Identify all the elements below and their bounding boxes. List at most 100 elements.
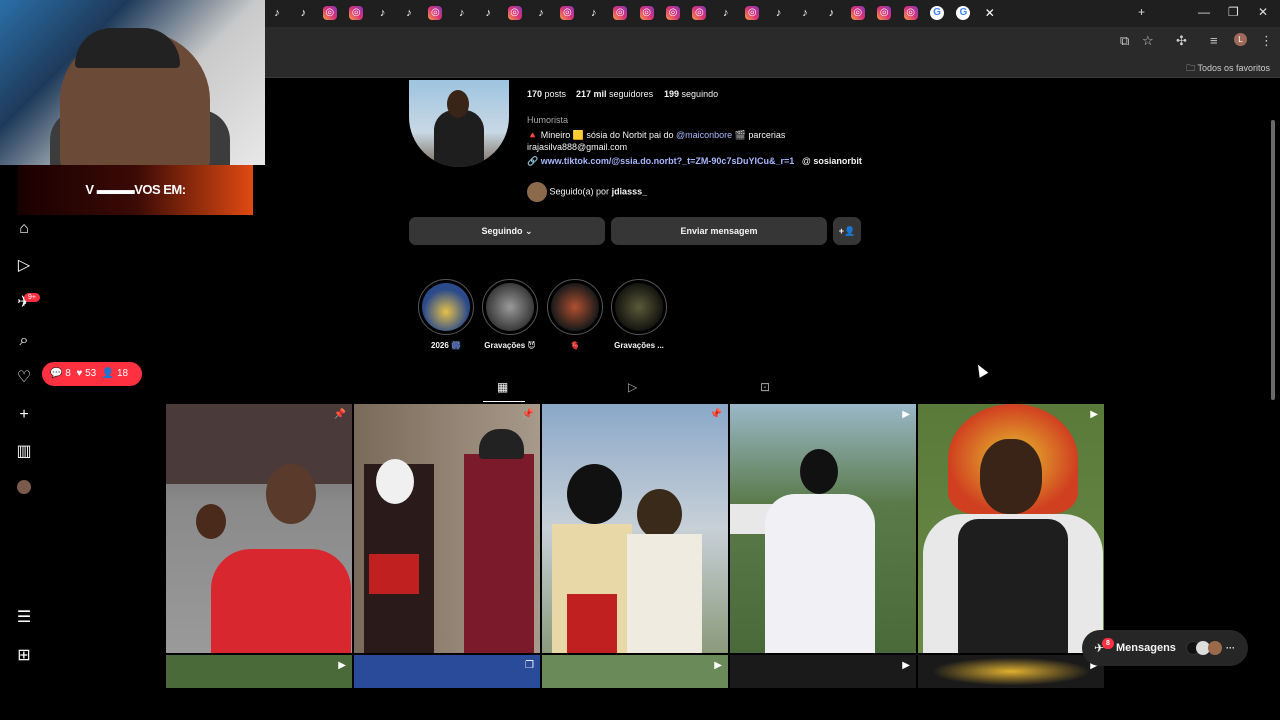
dashboard-icon[interactable]: ▥: [14, 442, 34, 462]
browser-menu-icon[interactable]: ⋮: [1260, 33, 1273, 49]
browser-tab-13[interactable]: ♪: [587, 6, 601, 20]
browser-tab-7[interactable]: ◎: [428, 6, 443, 20]
more-icon: ···: [1226, 643, 1235, 653]
close-window-icon[interactable]: ✕: [1258, 5, 1268, 19]
post-9[interactable]: ▶: [730, 655, 916, 688]
stream-banner: V ▬▬▬VOS EM:: [18, 165, 253, 215]
browser-tab-26[interactable]: G: [930, 6, 944, 20]
profile-external-link[interactable]: www.tiktok.com/@ssia.do.norbt?_t=ZM-90c7…: [541, 156, 795, 166]
browser-tab-5[interactable]: ♪: [376, 6, 390, 20]
browser-tab-20[interactable]: ♪: [772, 6, 786, 20]
browser-tab-23[interactable]: ◎: [850, 6, 865, 20]
reel-icon: ▶: [902, 409, 910, 420]
bio-line-1: 🔺 Mineiro 🟨 sósia do Norbit pai do @maic…: [527, 130, 786, 140]
browser-tab-6[interactable]: ♪: [402, 6, 416, 20]
post-2[interactable]: 📌: [354, 404, 540, 653]
add-person-icon[interactable]: +👤: [833, 217, 861, 245]
profile-avatar[interactable]: [409, 80, 509, 167]
highlight-3[interactable]: [547, 279, 603, 335]
page-scrollbar[interactable]: [1271, 120, 1275, 400]
browser-tab-11[interactable]: ♪: [534, 6, 548, 20]
avatar-suit: [434, 110, 484, 167]
bookmark-star-icon[interactable]: ☆: [1142, 33, 1154, 49]
followed-by-row[interactable]: Seguido(a) por jdiasss_: [527, 182, 647, 202]
browser-tab-19[interactable]: ◎: [745, 6, 760, 20]
post-5[interactable]: ▶: [918, 404, 1104, 653]
threads-icon: @: [801, 156, 811, 166]
post-8[interactable]: ▶: [542, 655, 728, 688]
highlight-4-label: Gravações ...: [614, 341, 664, 350]
profile-avatar-icon[interactable]: L: [1234, 33, 1247, 46]
post-4[interactable]: ▶: [730, 404, 916, 653]
following-button[interactable]: Seguindo ⌄: [409, 217, 605, 245]
create-plus-icon[interactable]: +: [14, 405, 34, 425]
minimize-icon[interactable]: —: [1198, 5, 1210, 19]
follower-avatar: [527, 182, 547, 202]
browser-tab-16[interactable]: ◎: [666, 6, 680, 20]
post-3[interactable]: 📌: [542, 404, 728, 653]
browser-tab-25[interactable]: ◎: [903, 6, 918, 20]
tagged-tab-icon[interactable]: ⊡: [760, 380, 770, 394]
post-6[interactable]: ▶: [166, 655, 352, 688]
browser-tab-9[interactable]: ♪: [481, 6, 495, 20]
bio-mention-link[interactable]: @maiconbore: [676, 130, 732, 140]
reel-icon: ▶: [714, 660, 722, 671]
browser-tab-17[interactable]: ◎: [692, 6, 707, 20]
chevron-down-icon: ⌄: [524, 226, 533, 236]
mouse-cursor: [973, 362, 989, 378]
browser-tab-2[interactable]: ♪: [296, 6, 310, 20]
browser-tab-28[interactable]: ✕: [983, 6, 997, 20]
post-10[interactable]: ▶: [918, 655, 1104, 688]
messages-badge: 8: [1102, 638, 1114, 649]
browser-tab-10[interactable]: ◎: [507, 6, 522, 20]
extensions-icon[interactable]: ✣: [1176, 33, 1187, 49]
browser-tab-4[interactable]: ◎: [349, 6, 364, 20]
bio-email: irajasilva888@gmail.com: [527, 142, 628, 152]
bookmarks-folder[interactable]: 🗀 Todos os favoritos: [1186, 61, 1270, 77]
avatar-face: [447, 90, 469, 118]
search-icon[interactable]: ⌕: [14, 331, 34, 351]
cast-icon[interactable]: ⧉: [1120, 33, 1129, 49]
activity-pill[interactable]: 💬 8 ♥ 53 👤 18: [42, 362, 142, 386]
post-1[interactable]: 📌: [166, 404, 352, 653]
threads-handle[interactable]: sosianorbit: [813, 156, 862, 166]
browser-tab-14[interactable]: ◎: [613, 6, 628, 20]
home-icon[interactable]: ⌂: [14, 219, 34, 239]
browser-tab-8[interactable]: ♪: [455, 6, 469, 20]
messages-pill[interactable]: ✈ 8 Mensagens ···: [1082, 630, 1248, 666]
more-menu-icon[interactable]: ☰: [14, 608, 34, 628]
browser-tab-24[interactable]: ◎: [877, 6, 892, 20]
pin-icon: 📌: [333, 409, 346, 420]
like-icon: ♥: [76, 368, 83, 379]
send-message-button[interactable]: Enviar mensagem: [611, 217, 827, 245]
profile-category: Humorista: [527, 115, 569, 125]
profile-nav-avatar[interactable]: [17, 480, 31, 494]
webcam-person-cap: [75, 28, 180, 68]
browser-tab-27[interactable]: G: [956, 6, 971, 20]
apps-icon[interactable]: ⊞: [14, 646, 34, 666]
reels-icon[interactable]: ▷: [14, 256, 34, 276]
browser-tab-15[interactable]: ◎: [639, 6, 654, 20]
active-tab-indicator: [483, 401, 525, 402]
followers-stat[interactable]: 217 mil seguidores: [576, 89, 653, 99]
folder-icon: 🗀: [1186, 63, 1198, 73]
media-control-icon[interactable]: ≡: [1210, 33, 1218, 48]
reels-tab-icon[interactable]: ▷: [628, 380, 637, 394]
pin-icon: 📌: [709, 409, 722, 420]
highlight-2[interactable]: [482, 279, 538, 335]
browser-tab-22[interactable]: ♪: [824, 6, 838, 20]
heart-icon[interactable]: ♡: [14, 368, 34, 388]
notification-badge: 9+: [24, 293, 40, 302]
grid-tab-icon[interactable]: ▦: [497, 380, 508, 394]
browser-tab-3[interactable]: ◎: [322, 6, 337, 20]
highlight-1[interactable]: [418, 279, 474, 335]
browser-tab-12[interactable]: ◎: [560, 6, 575, 20]
post-7[interactable]: ❐: [354, 655, 540, 688]
highlight-4[interactable]: [611, 279, 667, 335]
new-tab-icon[interactable]: +: [1138, 5, 1145, 19]
following-stat[interactable]: 199 seguindo: [664, 89, 718, 99]
browser-tab-1[interactable]: ♪: [270, 6, 284, 20]
browser-tab-21[interactable]: ♪: [798, 6, 812, 20]
browser-tab-18[interactable]: ♪: [719, 6, 733, 20]
restore-icon[interactable]: ❐: [1228, 5, 1239, 19]
